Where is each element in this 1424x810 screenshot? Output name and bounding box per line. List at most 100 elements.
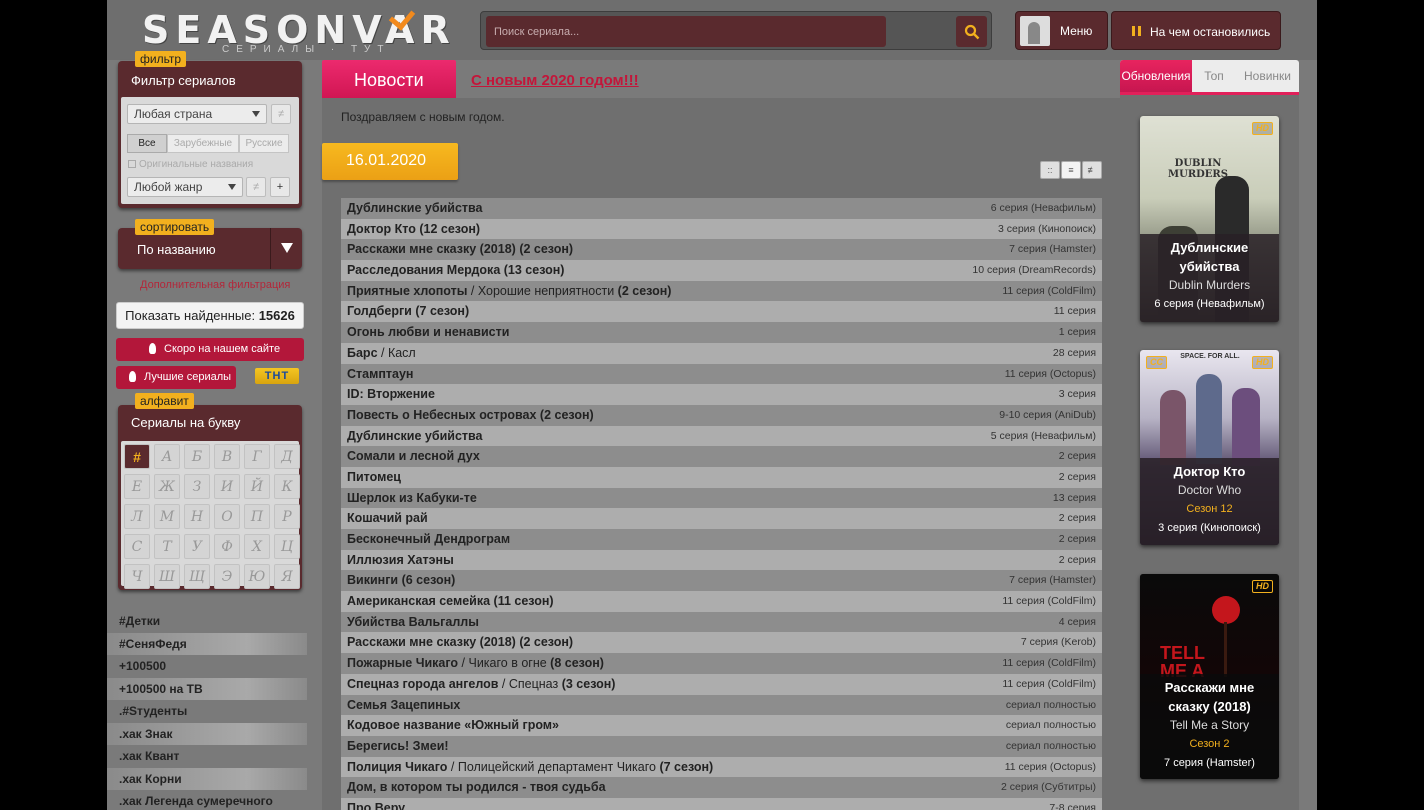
tab-new[interactable]: Новинки [1236, 60, 1299, 92]
letter-button[interactable]: Р [274, 504, 300, 529]
letter-button[interactable]: Й [244, 474, 270, 499]
tag-list-item[interactable]: .хак Легенда сумеречного [107, 790, 307, 810]
coming-soon-button[interactable]: Скоро на нашем сайте [116, 338, 304, 361]
letter-button[interactable]: Д [274, 444, 300, 469]
letter-button[interactable]: К [274, 474, 300, 499]
detail-view-icon[interactable]: ≢ [1082, 161, 1102, 179]
genre-select[interactable]: Любой жанр [127, 177, 243, 197]
update-row[interactable]: ID: Вторжение 3 серия [341, 384, 1102, 405]
update-row[interactable]: Дублинские убийства 5 серия (Невафильм) [341, 425, 1102, 447]
letter-button[interactable]: Э [214, 564, 240, 589]
tag-list-item[interactable]: .хак Знак [107, 722, 307, 745]
update-row[interactable]: Бесконечный Дендрограм 2 серия [341, 529, 1102, 550]
update-row[interactable]: Стамптаун 11 серия (Octopus) [341, 363, 1102, 385]
letter-button[interactable]: Г [244, 444, 270, 469]
original-names-checkbox[interactable]: Оригинальные названия [128, 159, 253, 170]
series-card[interactable]: TELL ME A HD Расскажи мне сказку (2018) … [1140, 574, 1279, 779]
resume-watching-button[interactable]: На чем остановились [1111, 11, 1281, 50]
country-exclude-button[interactable]: ≠ [271, 104, 291, 124]
letter-button[interactable]: П [244, 504, 270, 529]
tag-list-item[interactable]: +100500 на ТВ [107, 677, 307, 700]
grid-view-icon[interactable]: :: [1040, 161, 1060, 179]
tag-list-item[interactable]: .хак Корни [107, 767, 307, 790]
country-select[interactable]: Любая страна [127, 104, 267, 124]
letter-button[interactable]: С [124, 534, 150, 559]
update-row[interactable]: Барс / Касл 28 серия [341, 342, 1102, 364]
update-row[interactable]: Дублинские убийства 6 серия (Невафильм) [341, 198, 1102, 219]
tag-list-item[interactable]: #Детки [107, 610, 307, 633]
letter-button[interactable]: Я [274, 564, 300, 589]
extra-filter-link[interactable]: Дополнительная фильтрация [140, 279, 290, 291]
letter-button[interactable]: Х [244, 534, 270, 559]
letter-button[interactable]: Ж [154, 474, 180, 499]
menu-button[interactable]: Меню [1015, 11, 1108, 50]
letter-button[interactable]: Ф [214, 534, 240, 559]
update-row[interactable]: Кошачий рай 2 серия [341, 508, 1102, 529]
series-card[interactable]: SPACE. FOR ALL. CC HD Доктор Кто Doctor … [1140, 350, 1279, 545]
letter-button[interactable]: Ц [274, 534, 300, 559]
genre-exclude-button[interactable]: ≠ [246, 177, 266, 197]
search-input[interactable] [486, 16, 886, 47]
series-card[interactable]: DUBLIN MURDERS HD Дублинские убийства Du… [1140, 116, 1279, 322]
show-found-button[interactable]: Показать найденные: 15626 [116, 302, 304, 329]
tnt-logo[interactable]: ТНТ [255, 368, 299, 384]
news-headline-link[interactable]: С новым 2020 годом!!! [471, 72, 639, 89]
card-episode: 6 серия (Невафильм) [1154, 298, 1265, 310]
genre-add-button[interactable]: + [270, 177, 290, 197]
letter-button[interactable]: И [214, 474, 240, 499]
site-logo[interactable]: SEASONVAR СЕРИАЛЫ · ТУТ [142, 3, 457, 56]
letter-button[interactable]: Щ [184, 564, 210, 589]
letter-button[interactable]: З [184, 474, 210, 499]
update-row[interactable]: Сомали и лесной дух 2 серия [341, 446, 1102, 467]
update-row[interactable]: Приятные хлопоты / Хорошие неприятности … [341, 280, 1102, 302]
update-row[interactable]: Про Веру 7-8 серия [341, 797, 1102, 810]
update-row[interactable]: Убийства Вальгаллы 4 серия [341, 611, 1102, 633]
tag-list-item[interactable]: #СеняФедя [107, 632, 307, 655]
letter-button[interactable]: Е [124, 474, 150, 499]
update-row[interactable]: Доктор Кто (12 сезон) 3 серия (Кинопоиск) [341, 218, 1102, 240]
letter-button[interactable]: В [214, 444, 240, 469]
update-row[interactable]: Полиция Чикаго / Полицейский департамент… [341, 756, 1102, 778]
letter-button[interactable]: А [154, 444, 180, 469]
tag-list-item[interactable]: .хак Квант [107, 745, 307, 768]
update-row[interactable]: Пожарные Чикаго / Чикаго в огне (8 сезон… [341, 653, 1102, 674]
best-series-button[interactable]: Лучшие сериалы [116, 366, 236, 389]
list-view-icon[interactable]: ≡ [1061, 161, 1081, 179]
search-button[interactable] [956, 16, 987, 47]
update-row[interactable]: Расскажи мне сказку (2018) (2 сезон) 7 се… [341, 632, 1102, 654]
letter-button[interactable]: Ю [244, 564, 270, 589]
letter-button[interactable]: Л [124, 504, 150, 529]
letter-button[interactable]: О [214, 504, 240, 529]
update-row[interactable]: Голдберги (7 сезон) 11 серия [341, 301, 1102, 323]
update-row[interactable]: Иллюзия Хатэны 2 серия [341, 549, 1102, 571]
update-row[interactable]: Викинги (6 сезон) 7 серия (Hamster) [341, 570, 1102, 592]
letter-button[interactable]: Б [184, 444, 210, 469]
update-row[interactable]: Берегись! Змеи! сериал полностью [341, 735, 1102, 757]
update-row[interactable]: Питомец 2 серия [341, 466, 1102, 488]
update-row[interactable]: Расскажи мне сказку (2018) (2 сезон) 7 се… [341, 239, 1102, 261]
update-row[interactable]: Огонь любви и ненависти 1 серия [341, 322, 1102, 343]
tab-news[interactable]: Новости [322, 60, 456, 98]
filter-russian[interactable]: Русские [239, 134, 289, 153]
letter-button[interactable]: Н [184, 504, 210, 529]
tab-updates[interactable]: Обновления [1120, 60, 1192, 92]
letter-button[interactable]: Ш [154, 564, 180, 589]
update-row[interactable]: Спецназ города ангелов / Спецназ (3 сезо… [341, 673, 1102, 695]
filter-all[interactable]: Все [127, 134, 167, 153]
tag-list-item[interactable]: +100500 [107, 655, 307, 678]
update-row[interactable]: Кодовое название «Южный гром» сериал полн… [341, 715, 1102, 736]
letter-button[interactable]: # [124, 444, 150, 469]
update-row[interactable]: Шерлок из Кабуки-те 13 серия [341, 487, 1102, 509]
tag-list-item[interactable]: .#Sтуденты [107, 700, 307, 723]
update-row[interactable]: Расследования Мердока (13 сезон) 10 серия… [341, 260, 1102, 281]
update-row[interactable]: Семья Зацепиных сериал полностью [341, 694, 1102, 716]
update-row[interactable]: Дом, в котором ты родился - твоя судьба 2… [341, 777, 1102, 798]
letter-button[interactable]: У [184, 534, 210, 559]
letter-button[interactable]: М [154, 504, 180, 529]
update-row[interactable]: Повесть о Небесных островах (2 сезон) 9-1… [341, 404, 1102, 426]
filter-foreign[interactable]: Зарубежные [167, 134, 239, 153]
letter-button[interactable]: Ч [124, 564, 150, 589]
tab-top[interactable]: Топ [1192, 60, 1236, 92]
letter-button[interactable]: Т [154, 534, 180, 559]
update-row[interactable]: Американская семейка (11 сезон) 11 серия … [341, 591, 1102, 612]
